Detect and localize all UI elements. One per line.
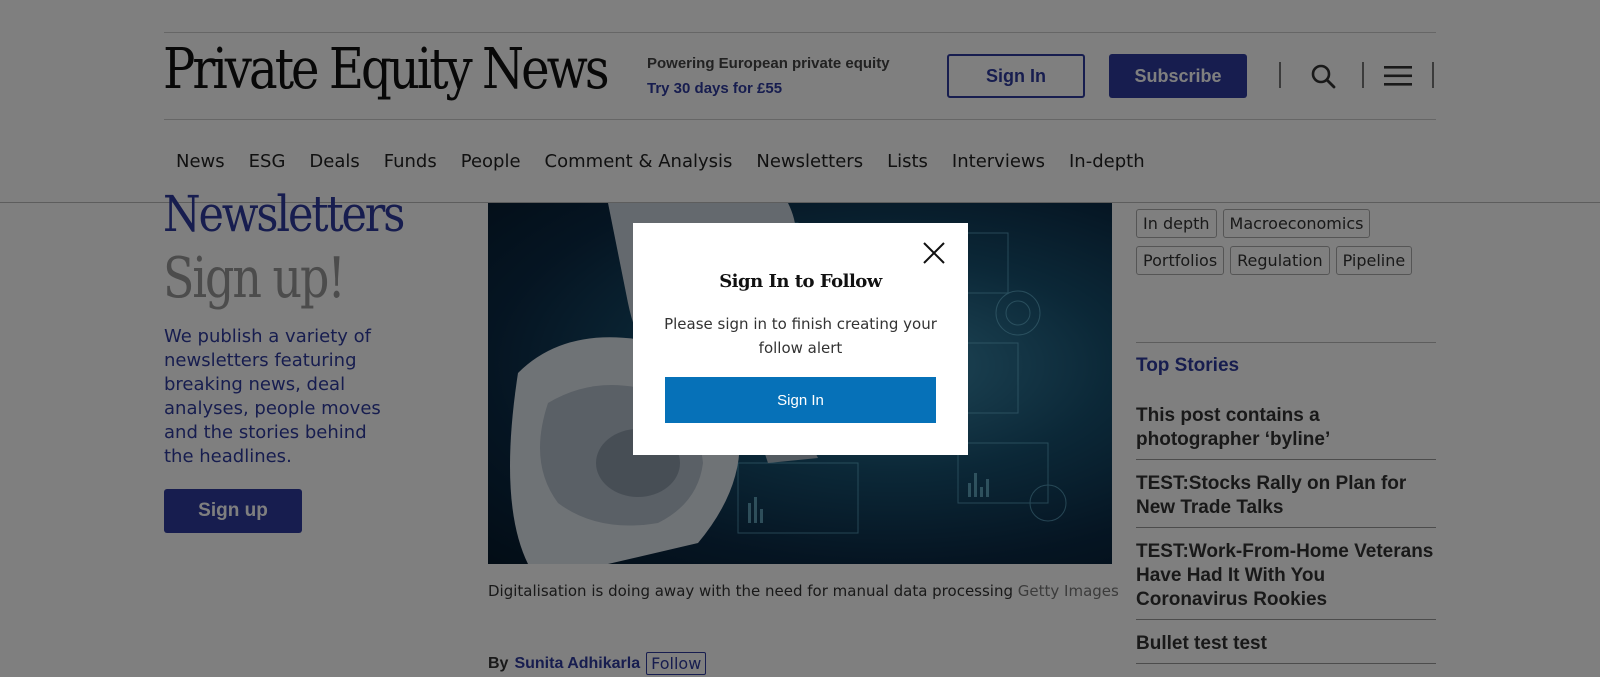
dialog-sign-in-button[interactable]: Sign In (665, 377, 936, 423)
dialog-message: Please sign in to finish creating your f… (664, 315, 937, 357)
dialog-title: Sign In to Follow (719, 271, 882, 292)
sign-in-to-follow-dialog: Sign In to Follow Please sign in to fini… (633, 223, 968, 455)
close-icon[interactable] (922, 241, 946, 265)
page: Private Equity News Powering European pr… (0, 0, 1600, 677)
